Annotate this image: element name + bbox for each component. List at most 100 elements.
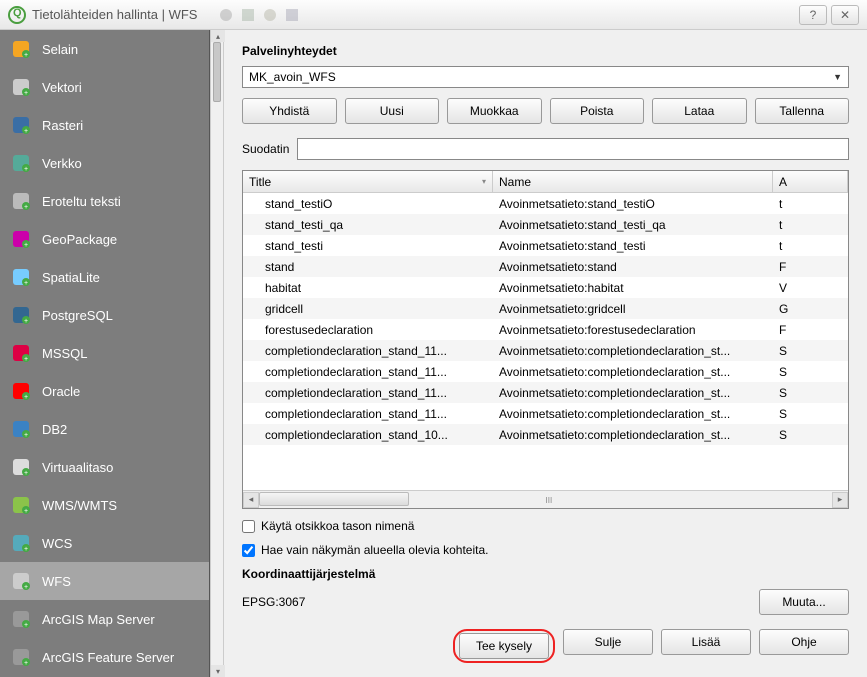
qgis-icon	[8, 6, 26, 24]
use-title-check[interactable]	[242, 520, 255, 533]
column-name[interactable]: Name	[493, 171, 773, 192]
add-button[interactable]: Lisää	[661, 629, 751, 655]
table-row[interactable]: stand_testiOAvoinmetsatieto:stand_testiO…	[243, 193, 848, 214]
layers-table: Title Name A stand_testiOAvoinmetsatieto…	[242, 170, 849, 509]
remove-button[interactable]: Poista	[550, 98, 645, 124]
sidebar-item-arcfeat[interactable]: +ArcGIS Feature Server	[0, 638, 209, 676]
wfs-icon: +	[10, 570, 32, 592]
connection-combo[interactable]: MK_avoin_WFS ▼	[242, 66, 849, 88]
edit-button[interactable]: Muokkaa	[447, 98, 542, 124]
cell-title: stand_testi_qa	[243, 218, 493, 232]
sidebar-item-mesh[interactable]: + Verkko	[0, 144, 209, 182]
sidebar-item-virtual[interactable]: +Virtuaalitaso	[0, 448, 209, 486]
sidebar-item-oracle[interactable]: +Oracle	[0, 372, 209, 410]
sidebar-item-vector[interactable]: +Vektori	[0, 68, 209, 106]
save-button[interactable]: Tallenna	[755, 98, 850, 124]
db2-icon: +	[10, 418, 32, 440]
svg-text:+: +	[24, 394, 28, 401]
cell-name: Avoinmetsatieto:completiondeclaration_st…	[493, 407, 773, 421]
column-abstract[interactable]: A	[773, 171, 848, 192]
scroll-down-icon[interactable]: ▾	[211, 665, 225, 677]
sidebar-item-gpkg[interactable]: +GeoPackage	[0, 220, 209, 258]
oracle-icon: +	[10, 380, 32, 402]
table-row[interactable]: stand_testiAvoinmetsatieto:stand_testit	[243, 235, 848, 256]
wcs-icon: +	[10, 532, 32, 554]
sidebar-scrollbar[interactable]: ▴ ▾	[210, 30, 224, 677]
sidebar-item-label: WCS	[42, 536, 72, 551]
table-row[interactable]: completiondeclaration_stand_11...Avoinme…	[243, 340, 848, 361]
sidebar-item-label: Verkko	[42, 156, 82, 171]
close-dialog-button[interactable]: Sulje	[563, 629, 653, 655]
hscroll-track[interactable]: III	[259, 492, 832, 508]
hscroll-thumb[interactable]	[259, 492, 409, 506]
sidebar-item-label: PostgreSQL	[42, 308, 113, 323]
scroll-thumb[interactable]	[213, 42, 221, 102]
column-title[interactable]: Title	[243, 171, 493, 192]
sidebar-item-wms[interactable]: +WMS/WMTS	[0, 486, 209, 524]
sidebar-item-mssql[interactable]: +MSSQL	[0, 334, 209, 372]
scroll-left-icon[interactable]: ◂	[243, 492, 259, 508]
bbox-only-checkbox[interactable]: Hae vain näkymän alueella olevia kohteit…	[242, 543, 849, 557]
bbox-only-label: Hae vain näkymän alueella olevia kohteit…	[261, 543, 488, 557]
change-crs-button[interactable]: Muuta...	[759, 589, 849, 615]
cell-title: completiondeclaration_stand_11...	[243, 344, 493, 358]
sidebar-item-db2[interactable]: +DB2	[0, 410, 209, 448]
arcmap-icon: +	[10, 608, 32, 630]
bottom-buttons: Tee kysely Sulje Lisää Ohje	[242, 629, 849, 663]
help-button[interactable]: ?	[799, 5, 827, 25]
table-row[interactable]: forestusedeclarationAvoinmetsatieto:fore…	[243, 319, 848, 340]
svg-text:+: +	[24, 318, 28, 325]
sidebar-item-raster[interactable]: +Rasteri	[0, 106, 209, 144]
cell-name: Avoinmetsatieto:forestusedeclaration	[493, 323, 773, 337]
cell-abstract: t	[773, 218, 848, 232]
toolbar-blur-icon	[283, 6, 301, 24]
sidebar-item-label: Selain	[42, 42, 78, 57]
connections-header: Palvelinyhteydet	[242, 44, 849, 58]
sidebar-item-wfs[interactable]: + WFS	[0, 562, 209, 600]
filter-input[interactable]	[297, 138, 849, 160]
sidebar-item-postgres[interactable]: + PostgreSQL	[0, 296, 209, 334]
close-button[interactable]: ✕	[831, 5, 859, 25]
table-hscrollbar[interactable]: ◂ III ▸	[243, 490, 848, 508]
folder-icon: +	[10, 38, 32, 60]
use-title-checkbox[interactable]: Käytä otsikkoa tason nimenä	[242, 519, 849, 533]
cell-name: Avoinmetsatieto:stand_testiO	[493, 197, 773, 211]
cell-abstract: S	[773, 365, 848, 379]
sidebar-item-label: WFS	[42, 574, 71, 589]
table-row[interactable]: completiondeclaration_stand_11...Avoinme…	[243, 382, 848, 403]
table-row[interactable]: completiondeclaration_stand_11...Avoinme…	[243, 361, 848, 382]
toolbar-blur-icon	[239, 6, 257, 24]
cell-abstract: S	[773, 407, 848, 421]
table-row[interactable]: habitatAvoinmetsatieto:habitatV	[243, 277, 848, 298]
cell-name: Avoinmetsatieto:stand	[493, 260, 773, 274]
load-button[interactable]: Lataa	[652, 98, 747, 124]
sidebar-item-text[interactable]: +Eroteltu teksti	[0, 182, 209, 220]
svg-text:+: +	[24, 166, 28, 173]
scroll-right-icon[interactable]: ▸	[832, 492, 848, 508]
cell-name: Avoinmetsatieto:completiondeclaration_st…	[493, 365, 773, 379]
sidebar-item-label: ArcGIS Feature Server	[42, 650, 174, 665]
cell-name: Avoinmetsatieto:completiondeclaration_st…	[493, 428, 773, 442]
table-row[interactable]: gridcellAvoinmetsatieto:gridcellG	[243, 298, 848, 319]
sidebar-item-wcs[interactable]: + WCS	[0, 524, 209, 562]
help-dialog-button[interactable]: Ohje	[759, 629, 849, 655]
sidebar-item-folder[interactable]: + Selain	[0, 30, 209, 68]
connect-button[interactable]: Yhdistä	[242, 98, 337, 124]
scroll-up-icon[interactable]: ▴	[211, 30, 225, 42]
new-button[interactable]: Uusi	[345, 98, 440, 124]
cell-name: Avoinmetsatieto:completiondeclaration_st…	[493, 386, 773, 400]
sidebar-item-spatialite[interactable]: +SpatiaLite	[0, 258, 209, 296]
bbox-only-check[interactable]	[242, 544, 255, 557]
table-row[interactable]: completiondeclaration_stand_11...Avoinme…	[243, 403, 848, 424]
cell-abstract: F	[773, 260, 848, 274]
table-row[interactable]: standAvoinmetsatieto:standF	[243, 256, 848, 277]
table-row[interactable]: completiondeclaration_stand_10...Avoinme…	[243, 424, 848, 445]
cell-title: gridcell	[243, 302, 493, 316]
table-row[interactable]: stand_testi_qaAvoinmetsatieto:stand_test…	[243, 214, 848, 235]
connection-buttons: Yhdistä Uusi Muokkaa Poista Lataa Tallen…	[242, 98, 849, 124]
sidebar-item-arcmap[interactable]: +ArcGIS Map Server	[0, 600, 209, 638]
crs-header: Koordinaattijärjestelmä	[242, 567, 849, 581]
cell-title: stand	[243, 260, 493, 274]
svg-text:+: +	[24, 356, 28, 363]
build-query-button[interactable]: Tee kysely	[459, 633, 549, 659]
